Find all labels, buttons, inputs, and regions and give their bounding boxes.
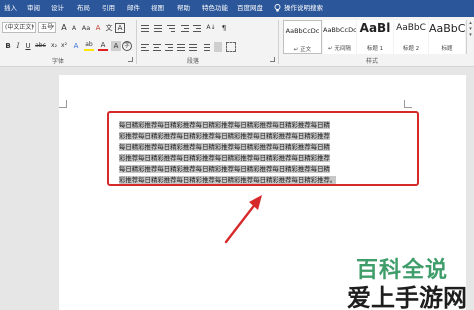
watermark-site-name: 爱上手游网: [347, 284, 467, 310]
